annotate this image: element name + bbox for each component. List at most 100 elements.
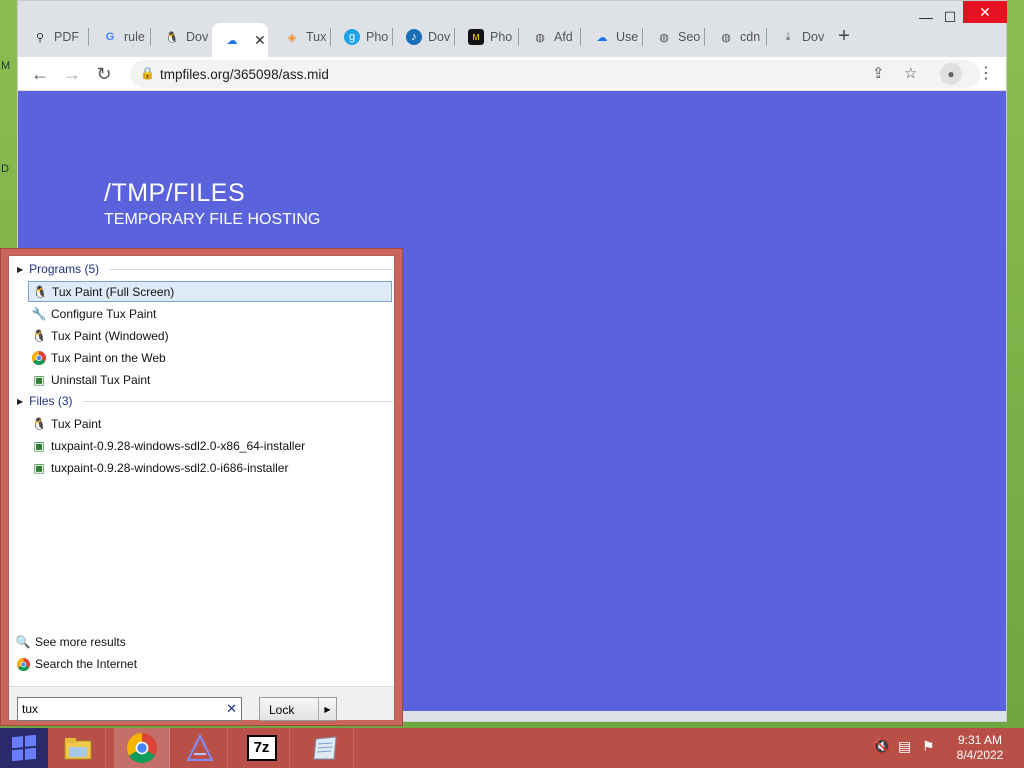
- globe-icon: ◍: [535, 31, 545, 44]
- app-a-icon: [185, 734, 214, 761]
- tab-separator: [518, 28, 519, 46]
- magnifier-icon: 🔍: [15, 635, 31, 649]
- page-title: /TMP/FILES: [104, 179, 246, 207]
- tux-icon: 🐧: [165, 31, 179, 44]
- forward-button[interactable]: →: [60, 62, 84, 86]
- taskbar: 7z 🔇 ▤ ⚑ 9:31 AM 8/4/2022: [0, 728, 1024, 768]
- maximize-button[interactable]: ☐: [935, 9, 965, 26]
- tab-label: Seo: [678, 30, 701, 44]
- chrome-icon: [31, 350, 47, 366]
- windows-logo-icon: [12, 734, 36, 762]
- start-search-box[interactable]: ✕: [17, 697, 242, 721]
- result-item[interactable]: ▣ tuxpaint-0.9.28-windows-sdl2.0-x86_64-…: [28, 435, 392, 456]
- tab[interactable]: ⚲ PDF: [20, 23, 86, 51]
- new-tab-button[interactable]: +: [833, 25, 855, 48]
- start-menu-footer: ✕ Lock ▶: [9, 686, 394, 721]
- result-label: tuxpaint-0.9.28-windows-sdl2.0-x86_64-in…: [51, 438, 306, 453]
- desktop-glyph: D: [1, 163, 9, 175]
- tab-active[interactable]: ☁ ✕: [212, 23, 268, 57]
- bookmark-star-icon[interactable]: ☆: [904, 64, 917, 82]
- menu-dots-icon[interactable]: ⋮: [978, 63, 994, 83]
- tux-icon: 🐧: [31, 328, 47, 343]
- tab[interactable]: ◈ Tux: [272, 23, 328, 51]
- tab-strip: ⚲ PDF G rule 🐧 Dov ☁ ✕ ◈ Tux g Pho ♪ Dov…: [18, 1, 1007, 57]
- tab[interactable]: ᴍ Pho: [456, 23, 516, 51]
- back-button[interactable]: ←: [28, 62, 52, 86]
- tab-label: Afd: [554, 30, 573, 44]
- installer-icon: ▣: [33, 460, 45, 475]
- action-center-flag-icon[interactable]: ⚑: [922, 738, 935, 755]
- lock-button[interactable]: Lock ▶: [259, 697, 337, 721]
- tab[interactable]: ⤓ Dov: [768, 23, 826, 51]
- tab-label: Dov: [186, 30, 209, 44]
- close-tab-icon[interactable]: ✕: [254, 32, 266, 49]
- taskbar-notepad[interactable]: [298, 728, 354, 768]
- download-icon: ⤓: [785, 30, 791, 43]
- close-window-button[interactable]: ✕: [963, 1, 1007, 23]
- start-button[interactable]: [0, 728, 48, 768]
- link-label: Search the Internet: [35, 657, 138, 671]
- result-item[interactable]: 🐧 Tux Paint (Full Screen): [28, 281, 392, 302]
- group-label: Files (3): [29, 394, 73, 408]
- group-label: Programs (5): [29, 262, 100, 276]
- search-input[interactable]: [22, 699, 212, 719]
- g-icon: g: [344, 29, 360, 45]
- network-icon[interactable]: ▤: [898, 738, 911, 755]
- tab-label: Pho: [490, 30, 513, 44]
- result-item[interactable]: 🔧 Configure Tux Paint: [28, 303, 392, 324]
- programs-group-header[interactable]: ▶ Programs (5): [17, 260, 393, 278]
- clock-date: 8/4/2022: [956, 748, 1004, 762]
- result-item[interactable]: Tux Paint on the Web: [28, 347, 392, 368]
- address-bar[interactable]: 🔒 tmpfiles.org/365098/ass.mid ⇪ ☆: [130, 60, 980, 88]
- tab-separator: [580, 28, 581, 46]
- start-menu-results: ▶ Programs (5) 🐧 Tux Paint (Full Screen)…: [8, 255, 395, 721]
- cloud-icon: ☁: [596, 31, 608, 44]
- search-internet-link[interactable]: Search the Internet: [15, 654, 137, 674]
- taskbar-file-explorer[interactable]: [50, 728, 106, 768]
- notepad-icon: [312, 736, 337, 760]
- expand-triangle-icon: ▶: [17, 264, 24, 274]
- tab-label: Use: [616, 30, 639, 44]
- tab-separator: [330, 28, 331, 46]
- see-more-results-link[interactable]: 🔍 See more results: [15, 632, 126, 652]
- result-item[interactable]: ▣ Uninstall Tux Paint: [28, 369, 392, 390]
- system-clock[interactable]: 9:31 AM 8/4/2022: [950, 733, 1010, 763]
- tab-separator: [88, 28, 89, 46]
- music-icon: ♪: [406, 29, 422, 45]
- profile-avatar[interactable]: ●: [940, 63, 962, 85]
- url-text: tmpfiles.org/365098/ass.mid: [160, 67, 329, 82]
- result-label: tuxpaint-0.9.28-windows-sdl2.0-i686-inst…: [51, 460, 289, 475]
- taskbar-app-a[interactable]: [172, 728, 228, 768]
- files-group-header[interactable]: ▶ Files (3): [17, 392, 393, 410]
- globe-icon: ◍: [721, 31, 731, 44]
- tab-label: Pho: [366, 30, 389, 44]
- share-icon[interactable]: ⇪: [872, 64, 885, 82]
- lock-icon: 🔒: [140, 66, 155, 80]
- tab[interactable]: ♪ Dov: [394, 23, 452, 51]
- taskbar-7zip[interactable]: 7z: [234, 728, 290, 768]
- clear-search-icon[interactable]: ✕: [226, 701, 237, 717]
- tab[interactable]: ◍ Seo: [644, 23, 702, 51]
- reload-button[interactable]: ↻: [92, 62, 116, 86]
- start-menu: ▶ Programs (5) 🐧 Tux Paint (Full Screen)…: [0, 248, 403, 726]
- volume-muted-icon[interactable]: 🔇: [873, 738, 890, 755]
- power-options-arrow-icon[interactable]: ▶: [318, 698, 336, 720]
- tux-icon: 🐧: [31, 416, 47, 431]
- result-label: Tux Paint: [51, 416, 102, 431]
- tab[interactable]: g Pho: [332, 23, 390, 51]
- folder-icon: [64, 738, 91, 760]
- tab-label: cdn: [740, 30, 761, 44]
- tab[interactable]: ☁ Use: [582, 23, 640, 51]
- app-icon: ⚲: [35, 31, 45, 44]
- result-item[interactable]: 🐧 Tux Paint: [28, 413, 392, 434]
- chrome-icon: [15, 657, 31, 671]
- result-item[interactable]: ▣ tuxpaint-0.9.28-windows-sdl2.0-i686-in…: [28, 457, 392, 478]
- tab[interactable]: ◍ Afd: [520, 23, 578, 51]
- tab[interactable]: ◍ cdn: [706, 23, 764, 51]
- result-item[interactable]: 🐧 Tux Paint (Windowed): [28, 325, 392, 346]
- divider: [83, 401, 393, 402]
- tab[interactable]: G rule: [90, 23, 148, 51]
- tab[interactable]: 🐧 Dov: [152, 23, 210, 51]
- tab-label: PDF: [54, 30, 79, 44]
- taskbar-chrome[interactable]: [114, 728, 170, 768]
